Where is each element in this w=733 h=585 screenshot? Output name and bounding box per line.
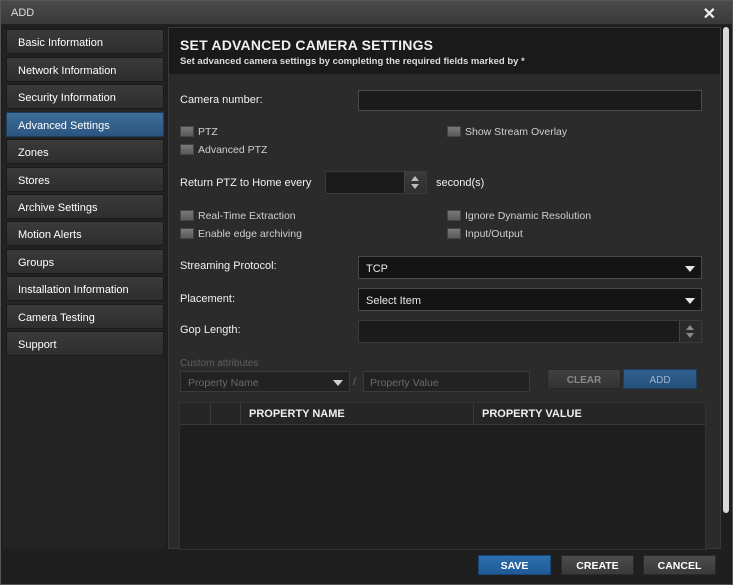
custom-attributes-table: PROPERTY NAME PROPERTY VALUE: [179, 402, 706, 550]
close-icon[interactable]: ✕: [703, 4, 716, 24]
streaming-protocol-label: Streaming Protocol:: [180, 260, 277, 272]
settings-sidebar: Basic Information Network Information Se…: [3, 29, 165, 549]
enable-edge-archiving-checkbox-row[interactable]: Enable edge archiving: [180, 228, 302, 240]
column-header-property-name[interactable]: PROPERTY NAME: [249, 408, 345, 420]
add-attribute-button[interactable]: ADD: [623, 369, 697, 389]
ptz-checkbox-row[interactable]: PTZ: [180, 126, 218, 138]
gop-length-stepper[interactable]: [358, 320, 702, 343]
sidebar-item-installation-information[interactable]: Installation Information: [6, 276, 164, 301]
gop-length-label: Gop Length:: [180, 324, 241, 336]
return-ptz-label: Return PTZ to Home every: [180, 177, 312, 189]
property-name-select[interactable]: Property Name: [180, 371, 350, 392]
camera-number-label: Camera number:: [180, 94, 263, 106]
table-header: PROPERTY NAME PROPERTY VALUE: [180, 403, 705, 425]
input-output-checkbox[interactable]: [447, 228, 461, 239]
create-button[interactable]: CREATE: [561, 555, 634, 575]
realtime-extraction-label: Real-Time Extraction: [198, 210, 296, 222]
vertical-scrollbar[interactable]: [723, 27, 729, 513]
property-value-placeholder: Property Value: [370, 377, 439, 389]
spin-up-icon[interactable]: [411, 176, 419, 181]
show-stream-overlay-label: Show Stream Overlay: [465, 126, 568, 138]
chevron-down-icon[interactable]: [685, 298, 695, 304]
dialog-titlebar: ADD ✕: [1, 1, 732, 25]
chevron-down-icon[interactable]: [333, 380, 343, 386]
column-divider: [240, 403, 241, 425]
sidebar-item-security-information[interactable]: Security Information: [6, 84, 164, 109]
cancel-button[interactable]: CANCEL: [643, 555, 716, 575]
ignore-dynamic-resolution-label: Ignore Dynamic Resolution: [465, 210, 592, 222]
streaming-protocol-value: TCP: [366, 263, 388, 275]
ptz-label: PTZ: [198, 126, 218, 138]
sidebar-item-zones[interactable]: Zones: [6, 139, 164, 164]
sidebar-item-basic-information[interactable]: Basic Information: [6, 29, 164, 54]
gop-length-spin-buttons[interactable]: [679, 321, 701, 342]
placement-label: Placement:: [180, 293, 236, 305]
spin-down-icon[interactable]: [411, 184, 419, 189]
chevron-down-icon[interactable]: [685, 266, 695, 272]
sidebar-item-support[interactable]: Support: [6, 331, 164, 356]
ignore-dynamic-resolution-checkbox-row[interactable]: Ignore Dynamic Resolution: [447, 210, 591, 222]
placement-value: Select Item: [366, 295, 422, 307]
property-name-placeholder: Property Name: [188, 377, 259, 389]
column-divider: [210, 403, 211, 425]
advanced-settings-panel: SET ADVANCED CAMERA SETTINGS Set advance…: [168, 27, 721, 550]
advanced-ptz-checkbox[interactable]: [180, 144, 194, 155]
dialog-title: ADD: [11, 7, 35, 19]
return-ptz-spin-buttons[interactable]: [404, 172, 426, 193]
return-ptz-stepper[interactable]: [325, 171, 427, 194]
page-subtitle: Set advanced camera settings by completi…: [180, 56, 525, 67]
add-camera-dialog: ADD ✕ Basic Information Network Informat…: [0, 0, 733, 585]
advanced-ptz-checkbox-row[interactable]: Advanced PTZ: [180, 144, 267, 156]
ignore-dynamic-resolution-checkbox[interactable]: [447, 210, 461, 221]
input-output-label: Input/Output: [465, 228, 523, 240]
attribute-separator: /: [353, 376, 357, 388]
enable-edge-archiving-label: Enable edge archiving: [198, 228, 302, 240]
clear-button[interactable]: CLEAR: [547, 369, 621, 389]
realtime-extraction-checkbox[interactable]: [180, 210, 194, 221]
sidebar-item-network-information[interactable]: Network Information: [6, 57, 164, 82]
property-value-input[interactable]: Property Value: [363, 371, 530, 392]
show-stream-overlay-checkbox-row[interactable]: Show Stream Overlay: [447, 126, 567, 138]
streaming-protocol-select[interactable]: TCP: [358, 256, 702, 279]
show-stream-overlay-checkbox[interactable]: [447, 126, 461, 137]
save-button[interactable]: SAVE: [478, 555, 551, 575]
input-output-checkbox-row[interactable]: Input/Output: [447, 228, 523, 240]
sidebar-item-groups[interactable]: Groups: [6, 249, 164, 274]
sidebar-item-advanced-settings[interactable]: Advanced Settings: [6, 112, 164, 137]
custom-attributes-label: Custom attributes: [180, 358, 259, 369]
panel-header: SET ADVANCED CAMERA SETTINGS Set advance…: [169, 28, 720, 74]
sidebar-item-archive-settings[interactable]: Archive Settings: [6, 194, 164, 219]
camera-number-input[interactable]: [358, 90, 702, 111]
sidebar-item-motion-alerts[interactable]: Motion Alerts: [6, 221, 164, 246]
seconds-label: second(s): [436, 177, 485, 189]
sidebar-item-camera-testing[interactable]: Camera Testing: [6, 304, 164, 329]
realtime-extraction-checkbox-row[interactable]: Real-Time Extraction: [180, 210, 296, 222]
spin-up-icon[interactable]: [686, 325, 694, 330]
enable-edge-archiving-checkbox[interactable]: [180, 228, 194, 239]
column-header-property-value[interactable]: PROPERTY VALUE: [482, 408, 582, 420]
ptz-checkbox[interactable]: [180, 126, 194, 137]
scrollbar-thumb[interactable]: [723, 27, 729, 513]
sidebar-item-stores[interactable]: Stores: [6, 167, 164, 192]
advanced-ptz-label: Advanced PTZ: [198, 144, 268, 156]
page-title: SET ADVANCED CAMERA SETTINGS: [180, 37, 434, 53]
spin-down-icon[interactable]: [686, 333, 694, 338]
column-divider: [473, 403, 474, 425]
placement-select[interactable]: Select Item: [358, 288, 702, 311]
